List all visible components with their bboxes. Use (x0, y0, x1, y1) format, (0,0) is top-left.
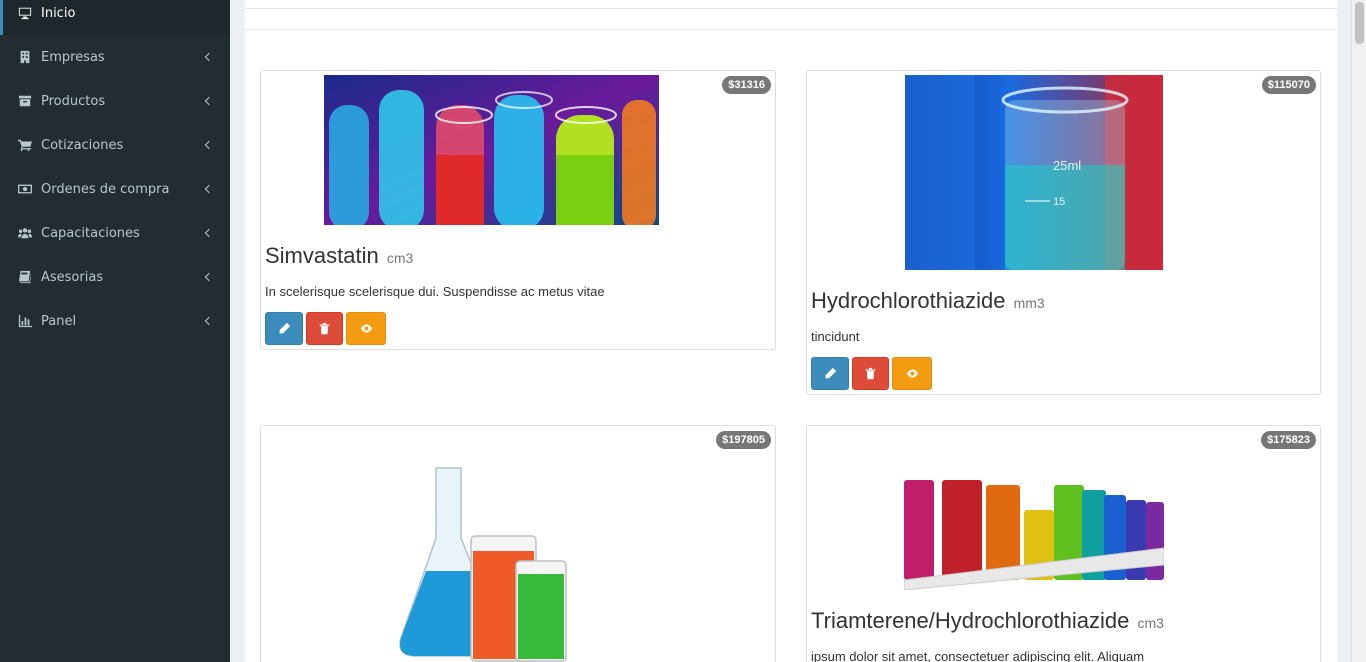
delete-button[interactable] (306, 312, 343, 345)
chevron-left-icon (204, 316, 214, 326)
pencil-icon (279, 322, 290, 334)
product-unit: cm3 (386, 250, 414, 266)
product-unit: mm3 (1013, 295, 1045, 311)
product-description: ipsum dolor sit amet, consectetuer adipi… (811, 649, 1145, 662)
trash-icon (319, 322, 330, 335)
box-top (245, 0, 1337, 9)
chevron-left-icon (204, 96, 214, 106)
card-actions (265, 312, 386, 345)
product-description: In scelerisque scelerisque dui. Suspendi… (265, 284, 605, 299)
chevron-left-icon (204, 272, 214, 282)
pencil-icon (825, 367, 836, 379)
sidebar-item-productos[interactable]: Productos (0, 79, 230, 123)
product-description: tincidunt (811, 329, 860, 344)
sidebar-item-label: Inicio (41, 5, 76, 21)
product-name: Simvastatin (265, 243, 379, 268)
product-title: Hydrochlorothiazide mm3 (811, 288, 1045, 314)
price-badge: $31316 (722, 76, 771, 94)
main-content: $31316 Simvastatin cm3 In scelerisque sc… (245, 0, 1337, 662)
product-name: Hydrochlorothiazide (811, 288, 1006, 313)
price-badge: $115070 (1261, 76, 1316, 94)
sidebar-item-ordenes-de-compra[interactable]: Ordenes de compra (0, 167, 230, 211)
price-badge: $197805 (716, 431, 771, 449)
scroll-thumb[interactable] (1355, 2, 1364, 44)
scrollbar[interactable] (1351, 0, 1366, 662)
book-icon (18, 270, 32, 284)
edit-button[interactable] (265, 312, 303, 345)
card-actions (811, 357, 932, 390)
product-unit: cm3 (1137, 615, 1164, 631)
product-card: $197805 (260, 425, 776, 662)
sidebar-item-capacitaciones[interactable]: Capacitaciones (0, 211, 230, 255)
eye-icon (906, 369, 918, 378)
sidebar-item-label: Cotizaciones (41, 137, 124, 153)
sidebar-item-cotizaciones[interactable]: Cotizaciones (0, 123, 230, 167)
building-icon (18, 50, 32, 64)
sidebar-item-label: Asesorias (41, 269, 104, 285)
bar-chart-icon (18, 314, 32, 328)
chevron-left-icon (204, 228, 214, 238)
product-card: $175823 Triamterene/Hydrochlorothiazide … (806, 425, 1321, 662)
sidebar-item-inicio[interactable]: Inicio (0, 0, 230, 35)
product-image (904, 430, 1164, 590)
delete-button[interactable] (852, 357, 889, 390)
users-icon (18, 226, 32, 240)
chevron-left-icon (204, 184, 214, 194)
money-icon (18, 182, 32, 196)
desktop-icon (18, 6, 32, 20)
svg-text:15: 15 (1053, 196, 1065, 208)
cart-icon (18, 138, 32, 152)
sidebar-item-label: Ordenes de compra (41, 181, 170, 197)
chevron-left-icon (204, 140, 214, 150)
product-card: $115070 25ml 15 Hydrochlorothiazide mm3 … (806, 70, 1321, 395)
product-image: 25ml 15 (905, 75, 1163, 270)
sidebar-item-panel[interactable]: Panel (0, 299, 230, 343)
sidebar: Inicio Empresas Productos Cotizaciones O… (0, 0, 230, 662)
product-title: Simvastatin cm3 (265, 243, 413, 269)
sidebar-item-label: Productos (41, 93, 106, 109)
view-button[interactable] (892, 357, 932, 390)
chevron-left-icon (204, 52, 214, 62)
sidebar-item-asesorias[interactable]: Asesorias (0, 255, 230, 299)
sidebar-item-empresas[interactable]: Empresas (0, 35, 230, 79)
sidebar-item-label: Capacitaciones (41, 225, 140, 241)
product-name: Triamterene/Hydrochlorothiazide (811, 608, 1130, 633)
edit-button[interactable] (811, 357, 849, 390)
sidebar-item-label: Empresas (41, 49, 105, 65)
trash-icon (865, 367, 876, 380)
product-image (391, 466, 591, 662)
product-title: Triamterene/Hydrochlorothiazide cm3 (811, 608, 1164, 634)
eye-icon (360, 324, 372, 333)
sidebar-item-label: Panel (41, 313, 77, 329)
divider (245, 29, 1337, 30)
view-button[interactable] (346, 312, 386, 345)
product-image (324, 75, 659, 225)
product-card: $31316 Simvastatin cm3 In scelerisque sc… (260, 70, 776, 350)
archive-icon (18, 94, 32, 108)
price-badge: $175823 (1261, 431, 1316, 449)
svg-text:25ml: 25ml (1053, 158, 1081, 173)
